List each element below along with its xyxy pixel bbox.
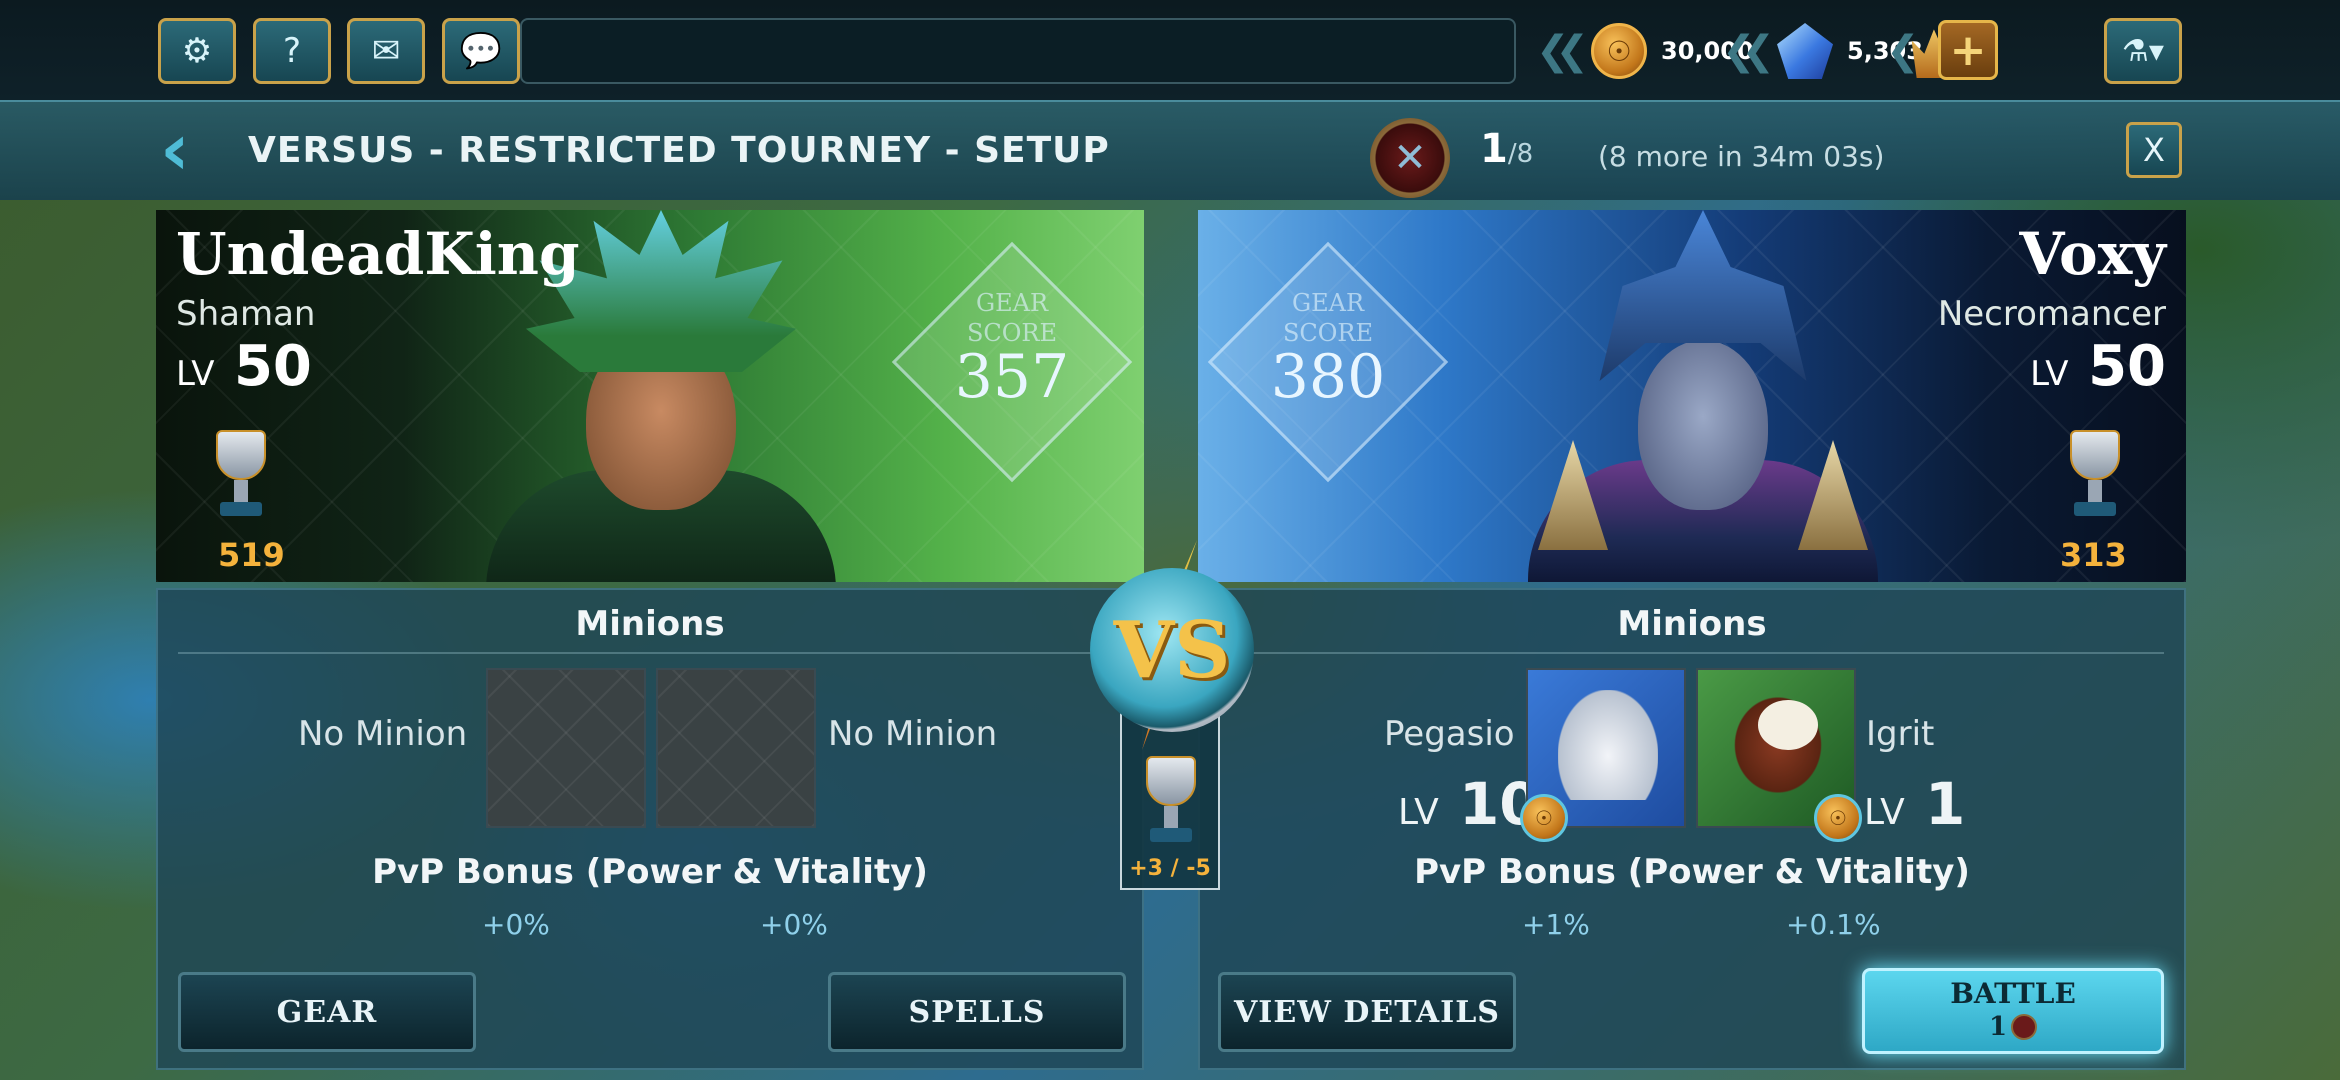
minion-slot-1[interactable] [486,668,646,828]
opponent-card: GEAR SCORE 380 Voxy Necromancer LV 50 31… [1198,210,2186,582]
opponent-level: LV 50 [2030,334,2166,399]
level-tag: LV [1864,792,1905,833]
battle-token-icon: ✕ [1370,118,1450,198]
minion-slot-1-label: No Minion [298,714,468,754]
minion-slot-igrit[interactable]: ☉ [1696,668,1862,842]
close-button[interactable]: X [2126,122,2182,178]
gold-currency: ❮❮ ☉ 30,000 [1536,18,1754,84]
mail-button[interactable]: ✉ [347,18,425,84]
settings-button[interactable]: ⚙ [158,18,236,84]
token-refill-timer: (8 more in 34m 03s) [1598,140,1885,173]
help-button[interactable]: ? [253,18,331,84]
minion-pegasio-name: Pegasio [1384,714,1515,754]
page-title: VERSUS - RESTRICTED TOURNEY - SETUP [248,130,1110,171]
pvp-bonus-1: +0% [482,908,550,941]
opponent-gear-score: GEAR SCORE 380 [1207,241,1449,483]
level-value: 1 [1924,770,1966,838]
minions-heading: Minions [575,604,725,644]
battle-token-icon [2011,1014,2038,1040]
gear-button[interactable]: GEAR [178,972,476,1052]
page-header: ‹ VERSUS - RESTRICTED TOURNEY - SETUP ✕ … [0,100,2340,200]
chevron-icon: ❮❮ [1722,28,1775,74]
trophy-icon [1136,756,1206,856]
minion-slot-2[interactable] [656,668,816,828]
minion-coin-icon: ☉ [1520,794,1568,842]
gear-score-value: 357 [954,342,1070,412]
chevron-icon: ❮❮ [1536,28,1589,74]
pvp-bonus-1: +1% [1522,908,1590,941]
pvp-bonus-heading: PvP Bonus (Power & Vitality) [1414,852,1970,892]
pvp-bonus-heading: PvP Bonus (Power & Vitality) [372,852,928,892]
player-class: Shaman [176,294,316,334]
token-current: 1 [1480,126,1508,172]
opponent-name: Voxy [2019,220,2166,288]
opponent-class: Necromancer [1937,294,2166,334]
player-card: UndeadKing Shaman LV 50 519 GEAR SCORE 3… [156,210,1144,582]
minion-igrit-level: LV 1 [1864,770,1965,838]
minions-heading: Minions [1617,604,1767,644]
level-tag: LV [2030,354,2069,394]
battle-label: BATTLE [1950,977,2076,1010]
gear-score-value: 380 [1270,342,1386,412]
spells-button[interactable]: SPELLS [828,972,1126,1052]
view-details-button[interactable]: VIEW DETAILS [1218,972,1516,1052]
level-tag: LV [1398,792,1439,833]
level-value: 50 [233,334,312,399]
level-value: 50 [2088,334,2166,399]
battle-button[interactable]: BATTLE 1 [1862,968,2164,1054]
minion-coin-icon: ☉ [1814,794,1862,842]
top-bar: ⚙ ? ✉ 💬 ❮❮ ☉ 30,000 ❮❮ 5,303 ❮ 0 + ⚗▾ [0,0,2340,100]
divider [1220,652,2164,654]
battle-cost-value: 1 [1988,1012,2008,1042]
eagle-head-icon [1758,700,1818,750]
chat-icon: 💬 [459,31,503,71]
potion-menu-button[interactable]: ⚗▾ [2104,18,2182,84]
mail-icon: ✉ [371,31,401,71]
gear-icon: ⚙ [181,31,213,71]
minion-igrit-name: Igrit [1866,714,1935,754]
player-name: UndeadKing [176,220,580,288]
divider [178,652,1122,654]
player-level: LV 50 [176,334,312,399]
necromancer-portrait [1528,210,1878,582]
back-button[interactable]: ‹ [160,113,220,185]
minion-slot-2-label: No Minion [828,714,998,754]
level-tag: LV [176,354,215,394]
potion-icon: ⚗▾ [2122,33,2164,69]
gold-coin-icon: ☉ [1591,23,1648,79]
chat-ticker[interactable] [520,18,1516,84]
battle-token-count: 1/8 [1480,126,1533,172]
necromancer-face [1638,340,1768,510]
player-minions-panel: Minions No Minion No Minion PvP Bonus (P… [156,588,1144,1070]
gem-icon [1777,23,1834,79]
player-trophies: 519 [218,536,285,574]
opponent-trophies: 313 [2060,536,2127,574]
battle-cost: 1 [1988,1012,2038,1042]
gear-score-label: GEAR SCORE [966,289,1058,347]
trophy-icon [2060,430,2130,530]
gear-score-label: GEAR SCORE [1282,289,1374,347]
player-gear-score: GEAR SCORE 357 [891,241,1133,483]
chevron-icon: ❮ [1886,28,1919,74]
minion-pegasio-level: LV 10 [1398,770,1540,838]
pvp-bonus-2: +0% [760,908,828,941]
chat-button[interactable]: 💬 [442,18,520,84]
token-max: /8 [1507,139,1534,169]
trophy-icon [206,430,276,530]
pegasus-icon [1558,690,1658,800]
minion-slot-pegasio[interactable]: ☉ [1520,668,1686,842]
trophy-stakes-box: +3 / -5 [1120,706,1220,890]
trophy-change: +3 / -5 [1129,856,1211,881]
vs-badge: VS [1090,568,1254,732]
pvp-bonus-2: +0.1% [1786,908,1881,941]
buy-currency-button[interactable]: + [1938,20,1998,80]
help-icon: ? [282,31,302,71]
